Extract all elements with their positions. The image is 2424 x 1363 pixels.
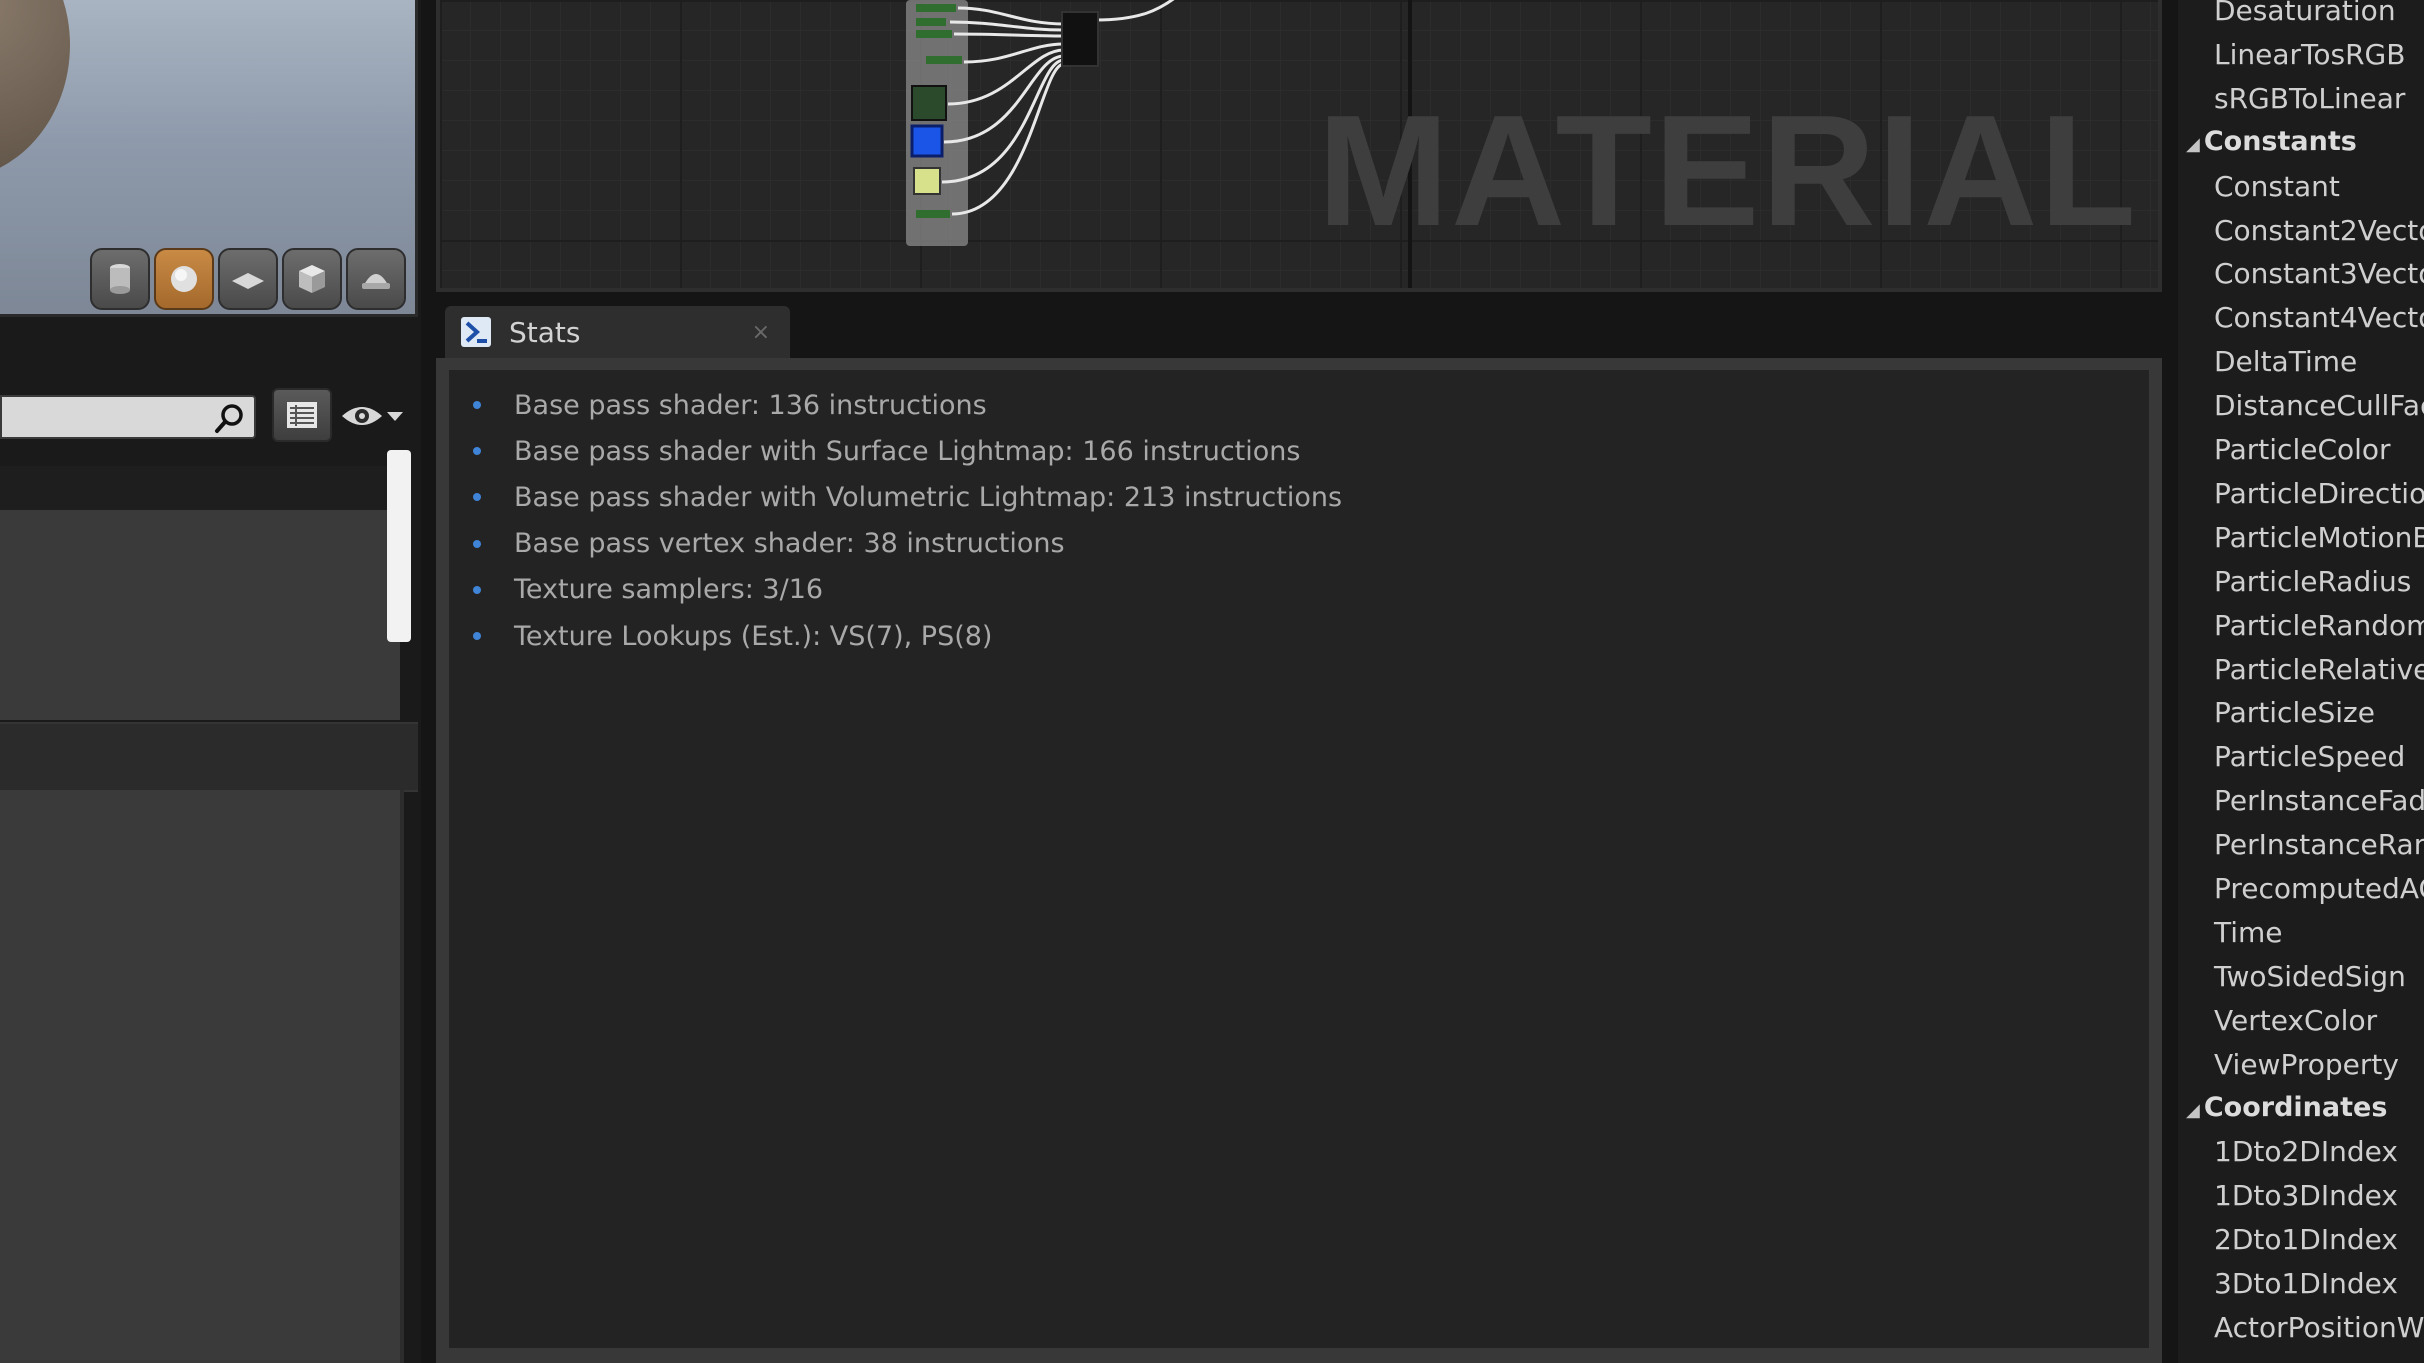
palette-item[interactable]: 3Dto1DIndex [2214,1267,2398,1300]
palette-item[interactable]: Constant3Vecto [2214,257,2424,290]
palette-item[interactable]: 1Dto3DIndex [2214,1179,2398,1212]
stat-line: Base pass shader with Surface Lightmap: … [449,428,2149,474]
bullet-icon [473,539,481,548]
palette-item[interactable]: ParticleRadius [2214,565,2411,598]
stat-line: Texture Lookups (Est.): VS(7), PS(8) [449,613,2149,659]
palette-item[interactable]: PerInstanceRan [2214,828,2424,861]
palette-item[interactable]: ParticleColor [2214,433,2391,466]
palette-item[interactable]: Constant4Vecto [2214,301,2424,334]
palette-item[interactable]: VertexColor [2214,1004,2377,1037]
palette-item[interactable]: sRGBToLinear [2214,82,2405,115]
bullet-icon [473,447,481,456]
bullet-icon [473,493,481,502]
search-icon [215,404,243,433]
collapse-triangle-icon: ◢ [2186,133,2200,155]
list-view-icon [287,402,317,428]
palette-item[interactable]: ActorPositionWS [2214,1311,2424,1344]
details-scrollbar-thumb[interactable] [387,450,411,642]
details-property-area [0,510,400,720]
stat-text: Base pass vertex shader: 38 instructions [514,528,1065,560]
palette-category[interactable]: ◢ Constants [2186,126,2357,157]
cylinder-icon [110,264,130,294]
preview-cylinder-button[interactable] [90,248,150,310]
palette-category-label: Coordinates [2203,1091,2388,1123]
material-graph-canvas[interactable]: MATERIAL [436,0,2162,292]
tab-label: Stats [509,315,581,349]
palette-item[interactable]: ParticleMotionB [2214,521,2424,554]
preview-custom-mesh-button[interactable] [346,248,406,310]
custom-mesh-icon [362,274,390,289]
graph-node [1061,11,1099,67]
stat-line: Base pass vertex shader: 38 instructions [449,521,2149,567]
left-panel [0,0,421,1363]
collapse-triangle-icon: ◢ [2186,1099,2200,1121]
stat-text: Texture samplers: 3/16 [514,574,824,606]
details-search-input[interactable] [0,395,256,439]
stat-text: Texture Lookups (Est.): VS(7), PS(8) [514,620,993,652]
palette-item[interactable]: ParticleDirectio [2214,477,2424,510]
palette-item[interactable]: Time [2214,916,2283,949]
details-category-row[interactable] [0,722,418,792]
palette-category-label: Constants [2203,125,2357,157]
details-category-row[interactable] [0,466,400,510]
stat-text: Base pass shader: 136 instructions [514,389,987,421]
plane-icon [232,273,264,289]
bullet-icon [473,401,481,410]
bullet-icon [473,632,481,641]
panel-splitter[interactable] [2168,0,2178,1363]
stat-line: Base pass shader: 136 instructions [449,382,2149,428]
palette-item[interactable]: TwoSidedSign [2214,960,2406,993]
stat-text: Base pass shader with Surface Lightmap: … [514,435,1301,467]
cube-icon [299,265,325,293]
stats-icon [461,317,491,347]
preview-plane-button[interactable] [218,248,278,310]
palette-item[interactable]: ParticleRandom [2214,609,2424,642]
tab-stats[interactable]: Stats × [445,306,790,358]
palette-item[interactable]: LinearTosRGB [2214,38,2405,71]
palette-panel: Desaturation LinearTosRGB sRGBToLinear ◢ Con… [2178,0,2424,1363]
bullet-icon [473,585,481,594]
palette-item[interactable]: Constant2Vecto [2214,214,2424,247]
palette-item[interactable]: Desaturation [2214,0,2396,27]
palette-item[interactable]: 2Dto1DIndex [2214,1223,2398,1256]
palette-item[interactable]: ParticleSpeed [2214,740,2405,773]
stat-line: Base pass shader with Volumetric Lightma… [449,474,2149,520]
palette-category[interactable]: ◢ Coordinates [2186,1092,2387,1123]
graph-nodes [906,0,1175,246]
palette-item[interactable]: ParticleSize [2214,696,2375,729]
view-options-button[interactable] [272,388,332,442]
sphere-icon [171,266,197,292]
preview-cube-button[interactable] [282,248,342,310]
stat-text: Base pass shader with Volumetric Lightma… [514,481,1343,513]
material-preview-viewport[interactable] [0,0,418,317]
palette-item[interactable]: Constant [2214,170,2340,203]
stat-line: Texture samplers: 3/16 [449,567,2149,613]
preview-mesh-toolbar [90,248,406,312]
palette-item[interactable]: DeltaTime [2214,345,2357,378]
visibility-dropdown[interactable] [340,398,418,434]
preview-sphere [0,0,70,180]
stats-list: Base pass shader: 136 instructions Base … [449,370,2149,1348]
palette-item[interactable]: 1Dto2DIndex [2214,1135,2398,1168]
details-property-area [0,790,400,1363]
eye-icon [342,407,382,425]
close-icon[interactable]: × [752,320,770,345]
palette-item[interactable]: ViewProperty [2214,1048,2399,1081]
chevron-down-icon [387,412,403,421]
palette-item[interactable]: PerInstanceFad [2214,784,2424,817]
preview-sphere-button[interactable] [154,248,214,310]
palette-item[interactable]: PrecomputedAC [2214,872,2424,905]
palette-item[interactable]: ParticleRelative [2214,653,2424,686]
palette-item[interactable]: DistanceCullFac [2214,389,2424,422]
